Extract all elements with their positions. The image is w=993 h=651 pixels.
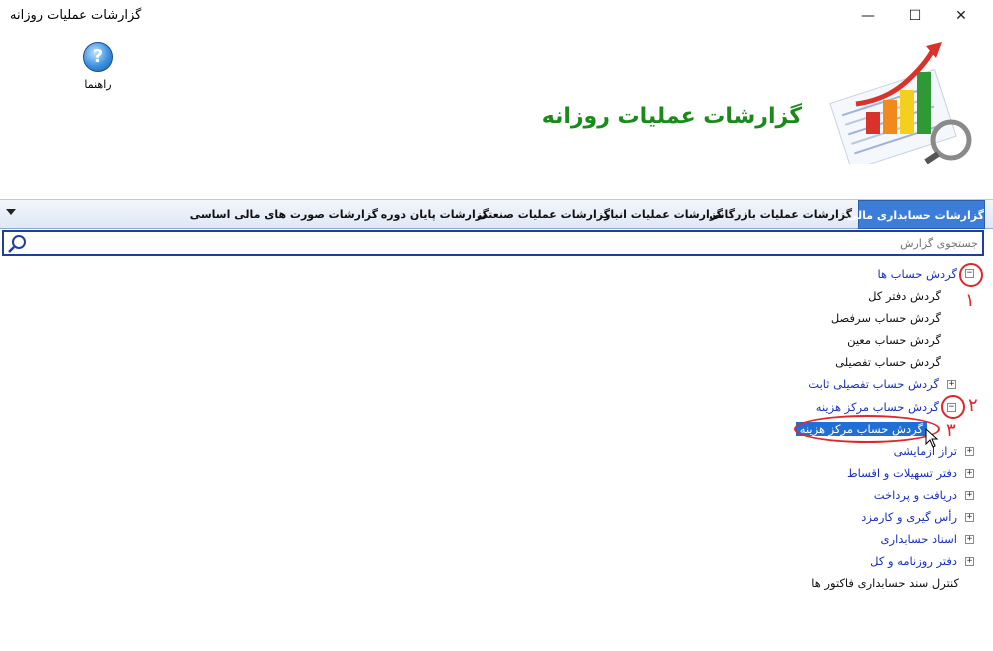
tree-item-invoice-control[interactable]: کنترل سند حسابداری فاکتور ها [811, 574, 959, 592]
tab-financial-statements[interactable]: گزارشات صورت های مالی اساسی [190, 200, 378, 229]
expand-icon[interactable]: + [947, 380, 956, 389]
page-title: گزارشات عملیات روزانه [541, 104, 802, 129]
tab-commercial[interactable]: گزارشات عملیات بازرگانی [709, 200, 852, 229]
tree-group-fixed-detail[interactable]: گردش حساب تفصیلی ثابت [808, 375, 939, 393]
report-tabs: گزارشات صورت های مالی اساسی گزارشات پایا… [0, 199, 993, 229]
search-box [2, 230, 984, 256]
tree-item-subsidiary-account[interactable]: گردش حساب معین [847, 331, 941, 349]
close-button[interactable]: ✕ [938, 0, 984, 32]
expand-icon[interactable]: + [965, 469, 974, 478]
tree-group-journal[interactable]: دفتر روزنامه و کل [870, 552, 957, 570]
report-chart-icon [829, 42, 972, 164]
tree-item-heading-account[interactable]: گردش حساب سرفصل [831, 309, 941, 327]
tree-item-general-ledger[interactable]: گردش دفتر کل [868, 287, 941, 305]
tree-group-vouchers[interactable]: اسناد حسابداری [881, 530, 957, 548]
tree-group-account-turnover[interactable]: گردش حساب ها [877, 265, 957, 283]
search-input[interactable] [32, 234, 978, 252]
mouse-cursor-icon [925, 428, 939, 448]
tab-financial-accounting[interactable]: گزارشات حسابداری مالی [847, 200, 985, 229]
window-title: گزارشات عملیات روزانه [10, 8, 142, 23]
annotation-number-1: ١ [965, 290, 975, 311]
tree-group-cost-center[interactable]: گردش حساب مرکز هزینه [816, 398, 939, 416]
tab-warehouse[interactable]: گزارشات عملیات انبار [604, 200, 723, 229]
expand-icon[interactable]: + [965, 447, 974, 456]
expand-icon[interactable]: + [965, 535, 974, 544]
annotation-number-3: ٣ [946, 420, 956, 441]
tree-group-receipts-payments[interactable]: دریافت و پرداخت [874, 486, 957, 504]
tree-group-loans[interactable]: دفتر تسهیلات و اقساط [847, 464, 957, 482]
annotation-number-2: ٢ [968, 395, 978, 416]
help-icon: ? [83, 42, 113, 72]
help-button[interactable]: ? راهنما [80, 42, 116, 91]
tab-period-end[interactable]: گزارشات پایان دوره [381, 200, 489, 229]
expand-icon[interactable]: + [965, 557, 974, 566]
expand-icon[interactable]: + [965, 491, 974, 500]
expand-icon[interactable]: + [965, 513, 974, 522]
tab-industrial[interactable]: گزارشات عملیات صنعتی [477, 200, 610, 229]
annotation-circle-1 [959, 263, 983, 287]
annotation-circle-2 [941, 395, 965, 419]
search-icon[interactable] [8, 234, 28, 254]
tree-item-detail-account[interactable]: گردش حساب تفصیلی [835, 353, 941, 371]
help-label: راهنما [84, 78, 112, 91]
maximize-button[interactable]: ☐ [892, 0, 938, 32]
annotation-circle-3 [794, 415, 940, 443]
tree-group-due-date[interactable]: رأس گیری و کارمزد [861, 508, 957, 526]
minimize-button[interactable]: — [845, 0, 891, 32]
tabs-dropdown-icon[interactable] [6, 209, 16, 215]
title-bar: گزارشات عملیات روزانه — ☐ ✕ [0, 0, 993, 32]
